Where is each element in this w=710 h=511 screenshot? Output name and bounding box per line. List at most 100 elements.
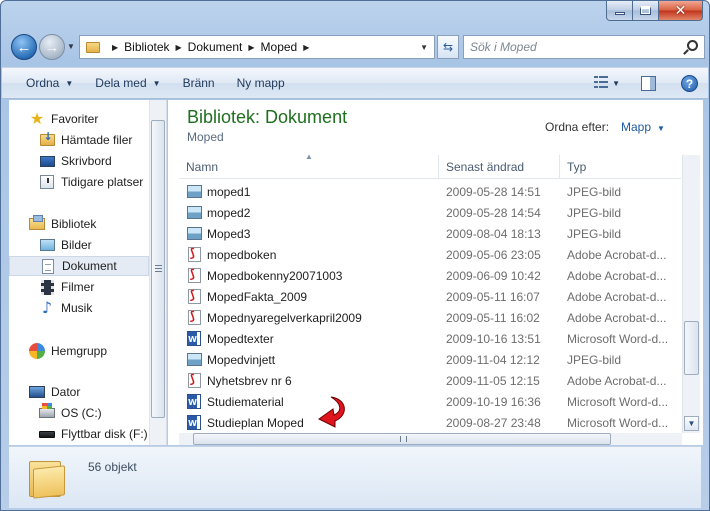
- nav-libraries[interactable]: Bibliotek: [9, 214, 149, 234]
- file-name-cell[interactable]: Studieplan Moped: [186, 415, 304, 431]
- breadcrumb-separator-icon[interactable]: ▶: [303, 43, 309, 52]
- nav-label: OS (C:): [61, 406, 102, 420]
- chevron-down-icon: ▼: [152, 78, 161, 88]
- maximize-button[interactable]: [633, 1, 659, 21]
- scroll-down-button[interactable]: ▼: [684, 416, 699, 431]
- file-row[interactable]: Nyhetsbrev nr 6 2009-11-05 12:15 Adobe Acr…: [179, 370, 681, 391]
- nav-scrollbar[interactable]: [149, 100, 166, 445]
- nav-recent-places[interactable]: Tidigare platser: [9, 172, 149, 192]
- file-name-cell[interactable]: MopedFakta_2009: [186, 288, 307, 305]
- file-date: 2009-08-04 18:13: [446, 226, 541, 241]
- nav-removable-drive[interactable]: Flyttbar disk (F:): [9, 424, 149, 444]
- nav-downloads[interactable]: Hämtade filer: [9, 130, 149, 150]
- burn-button[interactable]: Bränn: [172, 76, 226, 90]
- preview-pane-icon[interactable]: [641, 76, 656, 91]
- nav-pictures[interactable]: Bilder: [9, 235, 149, 255]
- file-name: Nyhetsbrev nr 6: [207, 373, 292, 388]
- breadcrumb-separator-icon[interactable]: ▶: [176, 43, 182, 52]
- breadcrumb-bibliotek[interactable]: Bibliotek: [124, 40, 169, 54]
- organize-label: Ordna: [26, 76, 60, 90]
- vertical-scroll-thumb[interactable]: [684, 321, 699, 375]
- file-name-cell[interactable]: moped1: [186, 184, 250, 200]
- refresh-button[interactable]: ⇆: [437, 35, 459, 59]
- file-type: Adobe Acrobat-d...: [567, 373, 667, 388]
- help-icon[interactable]: ?: [681, 75, 698, 92]
- file-date: 2009-11-05 12:15: [446, 373, 540, 388]
- minimize-button[interactable]: [606, 1, 633, 21]
- breadcrumb-separator-icon[interactable]: ▶: [112, 43, 118, 52]
- file-name-cell[interactable]: moped2: [186, 205, 250, 221]
- nav-desktop[interactable]: Skrivbord: [9, 151, 149, 171]
- views-dropdown-icon[interactable]: ▼: [612, 79, 620, 88]
- organize-button[interactable]: Ordna ▼: [2, 76, 84, 90]
- homegroup-icon: [29, 343, 45, 359]
- breadcrumb-dokument[interactable]: Dokument: [188, 40, 243, 54]
- column-header-name[interactable]: Namn: [179, 155, 439, 179]
- back-button[interactable]: ←: [11, 34, 37, 60]
- nav-music[interactable]: ♪ Musik: [9, 298, 149, 318]
- change-view-icon[interactable]: [594, 76, 608, 90]
- chevron-down-icon: ▼: [65, 78, 74, 88]
- nav-homegroup[interactable]: Hemgrupp: [9, 341, 149, 361]
- share-with-button[interactable]: Dela med ▼: [84, 76, 171, 90]
- file-row[interactable]: Moped3 2009-08-04 18:13 JPEG-bild: [179, 223, 681, 244]
- command-bar: Ordna ▼ Dela med ▼ Bränn Ny mapp ▼ ?: [2, 67, 708, 99]
- horizontal-scrollbar[interactable]: [179, 433, 682, 445]
- search-icon[interactable]: [687, 40, 698, 51]
- address-bar[interactable]: ▶ Bibliotek ▶ Dokument ▶ Moped ▶ ▼: [79, 35, 435, 59]
- file-row[interactable]: MopedFakta_2009 2009-05-11 16:07 Adobe Acr…: [179, 286, 681, 307]
- file-row[interactable]: Studieplan Moped 2009-08-27 23:48 Microsof…: [179, 412, 681, 433]
- maximize-icon: [640, 6, 651, 15]
- file-name-cell[interactable]: Studiematerial: [186, 394, 284, 410]
- file-type: Adobe Acrobat-d...: [567, 268, 667, 283]
- pdf-file-icon: [186, 246, 202, 263]
- vertical-scrollbar[interactable]: ▼: [682, 155, 700, 433]
- file-row[interactable]: Mopedvinjett 2009-11-04 12:12 JPEG-bild: [179, 349, 681, 370]
- file-type: JPEG-bild: [567, 226, 622, 241]
- close-button[interactable]: ✕: [659, 1, 703, 21]
- nav-computer[interactable]: Dator: [9, 382, 149, 402]
- search-input[interactable]: Sök i Moped: [463, 35, 705, 59]
- nav-videos[interactable]: Filmer: [9, 277, 149, 297]
- file-name-cell[interactable]: Mopedbokenny20071003: [186, 267, 342, 284]
- address-dropdown-icon[interactable]: ▼: [420, 43, 428, 52]
- folder-icon: [86, 41, 100, 53]
- new-folder-button[interactable]: Ny mapp: [226, 76, 296, 90]
- file-date: 2009-11-04 12:12: [446, 352, 540, 367]
- file-name-cell[interactable]: Nyhetsbrev nr 6: [186, 372, 292, 389]
- file-row[interactable]: Mopednyaregelverkapril2009 2009-05-11 16:…: [179, 307, 681, 328]
- arrange-by-dropdown[interactable]: Mapp ▼: [621, 120, 665, 134]
- column-header-type[interactable]: Typ: [560, 155, 681, 179]
- horizontal-scroll-thumb[interactable]: [193, 433, 611, 445]
- column-label: Namn: [186, 160, 219, 174]
- file-row[interactable]: moped1 2009-05-28 14:51 JPEG-bild: [179, 181, 681, 202]
- nav-favorites[interactable]: ★ Favoriter: [9, 109, 149, 129]
- file-name-cell[interactable]: mopedboken: [186, 246, 276, 263]
- column-header-date[interactable]: Senast ändrad: [439, 155, 560, 179]
- file-row[interactable]: moped2 2009-05-28 14:54 JPEG-bild: [179, 202, 681, 223]
- file-row[interactable]: mopedboken 2009-05-06 23:05 Adobe Acrobat-…: [179, 244, 681, 265]
- breadcrumb-moped[interactable]: Moped: [261, 40, 298, 54]
- nav-label: Hämtade filer: [61, 133, 133, 147]
- file-date: 2009-06-09 10:42: [446, 268, 541, 283]
- file-row[interactable]: Mopedtexter 2009-10-16 13:51 Microsoft Wor…: [179, 328, 681, 349]
- file-type: Adobe Acrobat-d...: [567, 247, 667, 262]
- file-name-cell[interactable]: Mopednyaregelverkapril2009: [186, 309, 362, 326]
- music-note-icon: ♪: [41, 298, 53, 317]
- file-name-cell[interactable]: Moped3: [186, 226, 250, 242]
- forward-button[interactable]: →: [39, 34, 65, 60]
- nav-scroll-thumb[interactable]: [151, 120, 165, 418]
- file-name-cell[interactable]: Mopedtexter: [186, 331, 274, 347]
- file-name: Mopedtexter: [207, 331, 274, 346]
- library-title: Bibliotek: Dokument: [187, 107, 348, 127]
- nav-label: Dator: [51, 385, 81, 399]
- breadcrumb-separator-icon[interactable]: ▶: [248, 43, 254, 52]
- file-row[interactable]: Mopedbokenny20071003 2009-06-09 10:42 Adob…: [179, 265, 681, 286]
- grip-icon: [155, 265, 162, 272]
- file-row[interactable]: Studiematerial 2009-10-19 16:36 Microsoft …: [179, 391, 681, 412]
- file-name: Mopedvinjett: [207, 352, 276, 367]
- file-name-cell[interactable]: Mopedvinjett: [186, 352, 275, 368]
- nav-documents[interactable]: Dokument: [9, 256, 149, 276]
- recent-pages-chevron-icon[interactable]: ▼: [67, 42, 75, 51]
- nav-os-drive[interactable]: OS (C:): [9, 403, 149, 423]
